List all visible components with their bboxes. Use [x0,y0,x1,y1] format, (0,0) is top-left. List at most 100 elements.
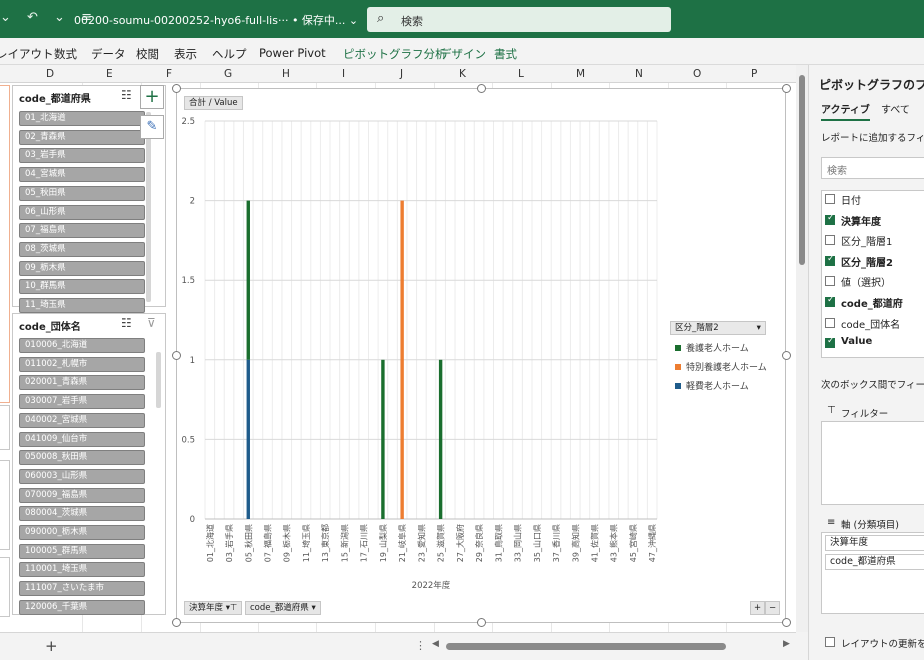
slicer-item[interactable]: 050008_秋田県 [19,450,145,466]
slicer-item[interactable]: 030007_岩手県 [19,394,145,410]
column-header[interactable]: E [106,68,113,80]
legend-entry[interactable]: 軽費老人ホーム [675,379,749,392]
legend-entry[interactable]: 特別養護老人ホーム [675,360,767,373]
axis-field-button-year[interactable]: 決算年度 ▾⊤ [184,601,243,615]
legend-field-button[interactable]: 区分_階層2 ▾ [670,321,766,335]
column-header[interactable]: H [282,68,290,80]
tab-view[interactable]: 表示 [174,46,197,62]
chart-style-brush-icon[interactable]: ✎ [140,115,164,139]
slicer-item[interactable]: 09_栃木県 [19,260,145,276]
file-name[interactable]: 00200-soumu-00200252-hyo6-full-lis··· • … [74,12,358,28]
bar[interactable] [400,200,404,519]
slicer-item[interactable]: 111007_さいたま市 [19,581,145,597]
column-header[interactable]: P [751,68,757,80]
column-header[interactable]: D [46,68,54,80]
field-checkbox[interactable] [825,254,835,266]
column-header[interactable]: G [224,68,232,80]
resize-handle[interactable] [172,84,181,93]
slicer-item[interactable]: 02_青森県 [19,129,145,145]
horizontal-scrollbar[interactable] [446,643,726,650]
slicer-item[interactable]: 11_埼玉県 [19,298,145,313]
field-search-input[interactable]: 検索 [821,157,924,179]
add-sheet-button[interactable]: + [45,637,58,655]
field-checkbox[interactable] [825,213,835,225]
slicer-item[interactable]: 10_群馬県 [19,279,145,295]
tab-active-fields[interactable]: アクティブ [821,101,870,121]
bar[interactable] [381,359,385,519]
column-header[interactable]: F [166,68,172,80]
slicer-item[interactable]: 100005_群馬県 [19,543,145,559]
field-checkbox[interactable] [825,336,835,349]
bar[interactable] [438,359,443,519]
column-header[interactable]: K [459,68,466,80]
field-checkbox[interactable] [825,276,835,287]
tab-formulas[interactable]: 数式 [54,46,77,62]
resize-handle[interactable] [477,618,486,627]
clear-filter-icon[interactable]: ⊽ [147,316,156,330]
slicer-item[interactable]: 011002_札幌市 [19,356,145,372]
tab-page-layout[interactable]: レイアウト [0,46,54,62]
field-label[interactable]: 日付 [841,192,861,207]
resize-handle[interactable] [782,351,791,360]
slicer-item[interactable]: 020001_青森県 [19,375,145,391]
value-field-button[interactable]: 合計 / Value [184,96,243,110]
tab-data[interactable]: データ [91,46,126,62]
column-header[interactable]: M [576,68,585,80]
column-header[interactable]: O [693,68,701,80]
slicer-item[interactable]: 08_茨城県 [19,241,145,257]
slicer-item[interactable]: 04_宮城県 [19,167,145,183]
bar[interactable] [246,200,250,360]
tab-design[interactable]: デザイン [440,46,486,62]
expand-field-button[interactable]: + [750,601,766,615]
column-header[interactable]: L [518,68,524,80]
slicer-item[interactable]: 090000_栃木県 [19,525,145,540]
slicer-item[interactable]: 010006_北海道 [19,338,145,353]
column-header[interactable]: I [342,68,345,80]
slicer-item[interactable]: 03_岩手県 [19,148,145,164]
defer-update-checkbox[interactable] [825,637,835,647]
tab-all-fields[interactable]: すべて [881,101,910,116]
multi-select-icon[interactable]: ☷ [121,88,132,102]
field-label[interactable]: code_都道府 [841,295,903,310]
filter-drop-area[interactable] [821,421,924,505]
tab-review[interactable]: 校閲 [136,46,159,62]
pivot-chart[interactable]: 0 0.5 1 1.5 2 2.5 01_北海道 03_岩手県 05_秋田県 07_福島県 09_栃… [176,88,786,623]
column-header[interactable]: J [400,68,403,80]
resize-handle[interactable] [172,618,181,627]
scroll-right-icon[interactable]: ▶ [783,639,790,649]
axis-item[interactable]: code_都道府県 [825,554,924,570]
scrollbar-thumb[interactable] [799,75,805,265]
search-box[interactable]: ⌕ 検索 [367,7,671,32]
slicer-item[interactable]: 01_北海道 [19,111,145,126]
slicer-organization[interactable]: code_団体名 ☷ ⊽ 010006_北海道 011002_札幌市 020001_… [12,313,166,615]
field-label[interactable]: 区分_階層1 [841,233,892,248]
resize-handle[interactable] [172,351,181,360]
slicer-scrollbar[interactable] [146,112,151,302]
bar[interactable] [246,359,250,519]
scroll-left-icon[interactable]: ◀ [432,639,439,649]
collapse-field-button[interactable]: − [765,601,781,615]
field-label[interactable]: 値（選択） [841,274,891,289]
tab-bar-splitter-icon[interactable]: ⋮ [415,639,426,652]
slicer-item[interactable]: 120006_千葉県 [19,599,145,615]
slicer-item[interactable]: 040002_宮城県 [19,412,145,428]
field-checkbox[interactable] [825,235,835,246]
slicer-item[interactable]: 070009_福島県 [19,487,145,503]
vertical-scrollbar[interactable] [796,65,808,632]
field-checkbox[interactable] [825,317,835,328]
field-checkbox[interactable] [825,295,835,307]
tab-help[interactable]: ヘルプ [212,46,247,62]
slicer-item[interactable]: 041009_仙台市 [19,431,145,447]
field-checkbox[interactable] [825,194,835,204]
resize-handle[interactable] [782,84,791,93]
resize-handle[interactable] [477,84,486,93]
multi-select-icon[interactable]: ☷ [121,316,132,330]
add-chart-element-button[interactable]: + [140,85,164,109]
slicer-scrollbar[interactable] [156,352,161,408]
slicer-item[interactable]: 060003_山形県 [19,468,145,484]
resize-handle[interactable] [782,618,791,627]
field-label[interactable]: Value [841,336,872,347]
axis-field-button-pref[interactable]: code_都道府県 ▾ [245,601,321,615]
tab-format[interactable]: 書式 [494,46,517,62]
axis-item[interactable]: 決算年度 [825,535,924,551]
